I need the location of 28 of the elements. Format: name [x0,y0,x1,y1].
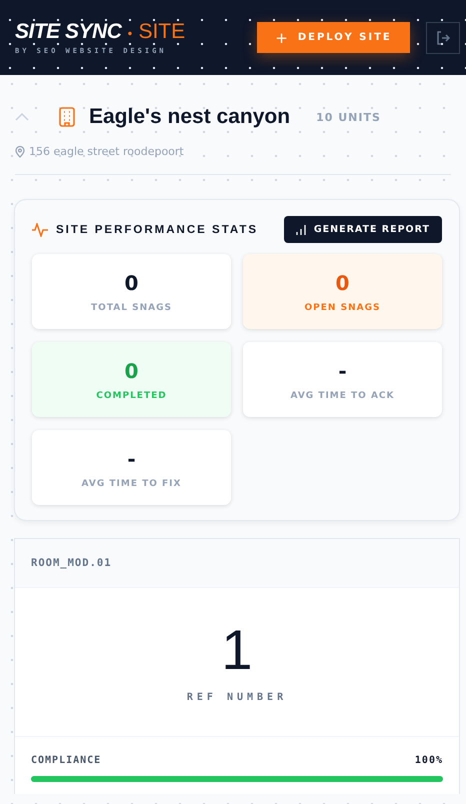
separator-dot: • [126,27,134,41]
panel-title: SITE PERFORMANCE STATS [56,224,260,236]
site-name: Eagle's nest canyon [89,105,290,129]
compliance-reading: 100% [414,755,443,766]
stat-value: 0 [124,270,138,294]
generate-report-button[interactable]: GENERATE REPORT [284,216,442,243]
ref-label: REF NUMBER [186,692,288,702]
unit-count: 10 UNITS [316,110,381,124]
stat-value: 0 [336,270,350,294]
building-icon [59,107,75,127]
pulse-icon [32,222,48,236]
ref-number: 1 [221,622,253,678]
stat-label: COMPLETED [96,390,167,400]
stat-label: AVG TIME TO FIX [82,478,182,488]
stat-label: OPEN SNAGS [304,302,380,312]
site-address: 156 eagle street roodepoort [29,145,184,158]
stat-label: AVG TIME TO ACK [290,390,395,400]
compliance-label: COMPLIANCE [31,755,102,766]
mode-label: SITE [138,20,186,44]
bar-chart-icon [296,224,306,234]
stat-value: - [127,446,136,470]
stat-label: TOTAL SNAGS [91,302,172,312]
brand-logo: SITE SYNC [15,20,122,44]
stat-value: 0 [124,358,138,382]
stat-value: - [338,358,347,382]
location-pin-icon [15,146,25,158]
unit-code: ROOM_MOD.01 [15,539,459,588]
logout-icon[interactable] [426,22,460,54]
